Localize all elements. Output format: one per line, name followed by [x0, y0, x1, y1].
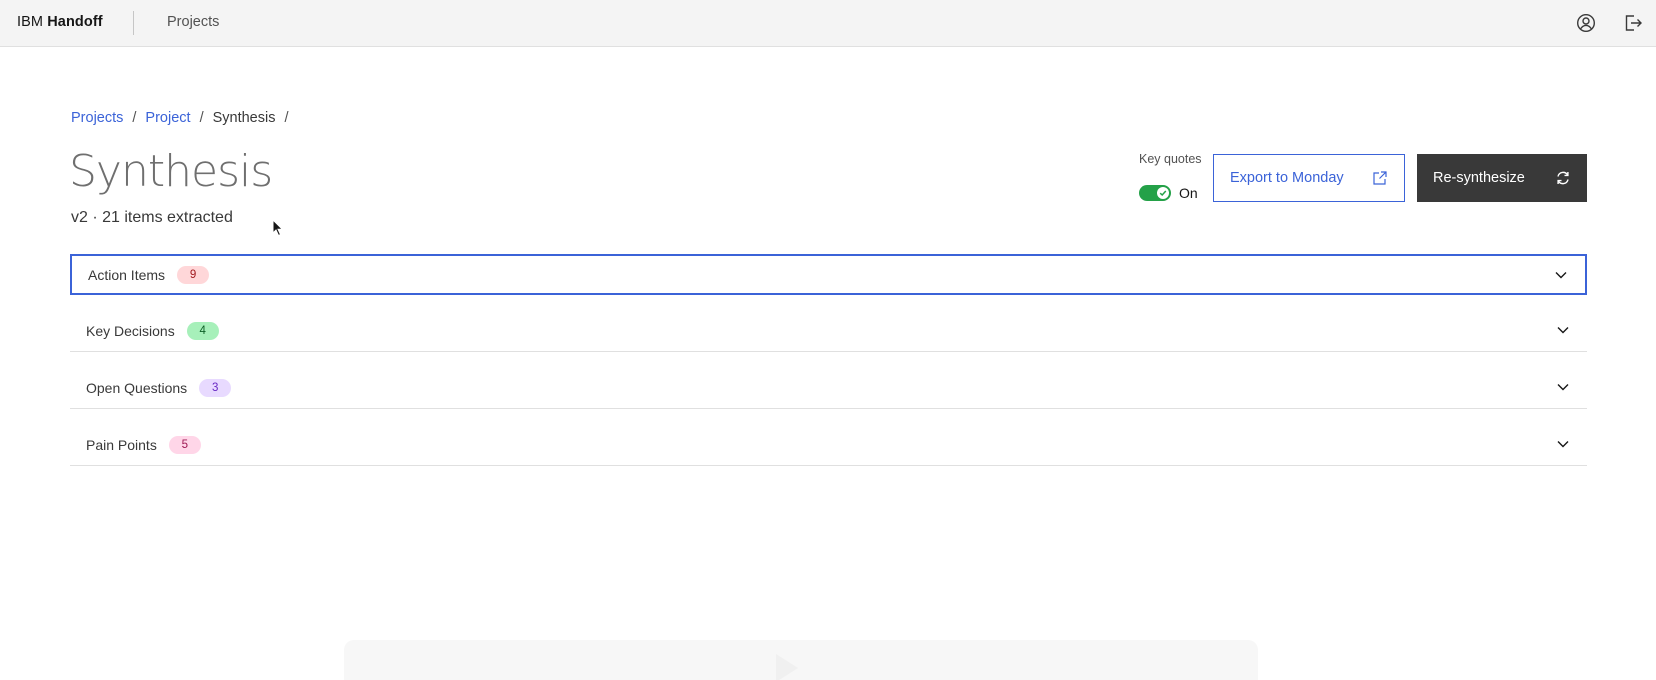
count-badge: 3: [199, 379, 232, 397]
count-badge: 5: [168, 436, 201, 454]
toggle-row: On: [1139, 185, 1209, 201]
re-synthesize-button[interactable]: Re-synthesize: [1417, 154, 1587, 202]
count-badge: 9: [177, 265, 210, 284]
header-divider: [133, 11, 134, 35]
brand-prefix: IBM: [17, 14, 44, 30]
logout-icon[interactable]: [1621, 11, 1645, 35]
accordion-title: Action Items: [88, 266, 166, 283]
accordion-title: Key Decisions: [86, 323, 175, 339]
nav-projects-link[interactable]: Projects: [167, 14, 219, 30]
chevron-down-icon: [1555, 436, 1571, 452]
accordion-pain-points[interactable]: Pain Points 5: [70, 409, 1587, 466]
export-button-label: Export to Monday: [1230, 170, 1344, 186]
user-avatar-icon[interactable]: [1574, 11, 1598, 35]
checkmark-icon: [1159, 190, 1167, 197]
breadcrumb-separator: /: [132, 110, 137, 126]
key-quotes-toggle-group: Key quotes On: [1139, 152, 1202, 201]
breadcrumb-synthesis: Synthesis: [212, 110, 276, 126]
page-subtitle: v2 · 21 items extracted: [71, 209, 233, 226]
accordion-action-items[interactable]: Action Items 9: [70, 254, 1587, 295]
toggle-knob: [1157, 187, 1169, 199]
launch-icon: [1373, 171, 1387, 185]
breadcrumb: Projects / Project / Synthesis /: [71, 110, 298, 126]
app-brand[interactable]: IBM Handoff: [17, 14, 103, 30]
accordion-key-decisions[interactable]: Key Decisions 4: [70, 295, 1587, 352]
export-to-monday-button[interactable]: Export to Monday: [1213, 154, 1405, 202]
toggle-state-label: On: [1179, 185, 1198, 201]
chevron-down-icon: [1555, 322, 1571, 338]
chevron-down-icon: [1553, 267, 1569, 283]
resynth-button-label: Re-synthesize: [1433, 170, 1525, 186]
page-title: Synthesis: [69, 146, 273, 197]
toggle-label: Key quotes: [1139, 152, 1202, 166]
faded-media-controls: [344, 640, 1258, 680]
brand-name: Handoff: [47, 14, 103, 30]
breadcrumb-project[interactable]: Project: [145, 110, 190, 126]
accordion-title: Pain Points: [86, 437, 157, 453]
count-badge: 4: [186, 322, 219, 340]
synthesis-accordion: Action Items 9 Key Decisions 4 Open Ques…: [70, 254, 1587, 466]
play-icon: [776, 654, 798, 680]
top-navigation-bar: IBM Handoff Projects: [0, 0, 1656, 47]
breadcrumb-separator: /: [199, 110, 204, 126]
mouse-cursor-icon: [272, 218, 284, 242]
breadcrumb-separator: /: [284, 110, 289, 126]
refresh-icon: [1557, 171, 1569, 185]
accordion-title: Open Questions: [86, 380, 188, 396]
accordion-open-questions[interactable]: Open Questions 3: [70, 352, 1587, 409]
key-quotes-toggle[interactable]: [1139, 185, 1171, 201]
breadcrumb-projects[interactable]: Projects: [71, 110, 123, 126]
chevron-down-icon: [1555, 379, 1571, 395]
